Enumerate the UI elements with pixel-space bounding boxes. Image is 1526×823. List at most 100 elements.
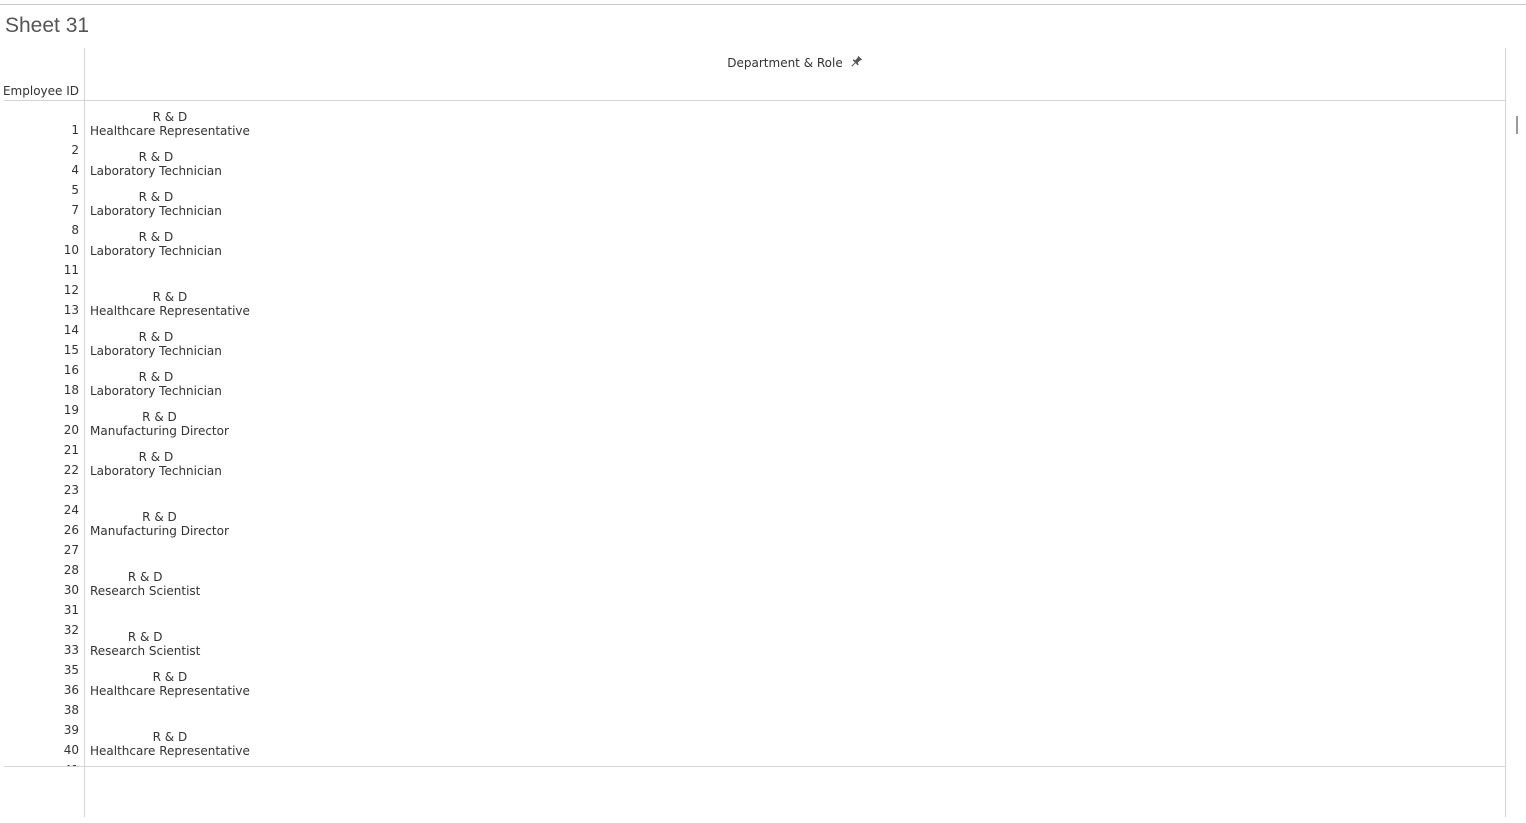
table-row[interactable]: 31 — [0, 600, 1505, 620]
table-row[interactable]: 36 R & D Healthcare Representative — [0, 670, 1505, 700]
table-row[interactable]: 10 R & D Laboratory Technician — [0, 230, 1505, 260]
employee-id[interactable]: 41 — [0, 763, 79, 766]
role-label: Healthcare Representative — [90, 684, 250, 698]
column-header-label[interactable]: Department & Role — [727, 56, 842, 70]
department-role-cell[interactable]: R & D Healthcare Representative — [90, 290, 250, 318]
department-role-cell[interactable]: R & D Manufacturing Director — [90, 410, 229, 438]
table-row[interactable]: 27 — [0, 540, 1505, 560]
department-role-cell[interactable]: R & D Healthcare Representative — [90, 670, 250, 698]
role-label: Laboratory Technician — [90, 204, 222, 218]
department-role-cell[interactable]: R & D Healthcare Representative — [90, 730, 250, 758]
employee-id[interactable]: 13 — [0, 303, 79, 317]
table-view[interactable]: 1R & D Healthcare Representative 2 4 R & D La… — [0, 101, 1505, 766]
table-row[interactable]: 5 — [0, 180, 1505, 200]
employee-id[interactable]: 4 — [0, 163, 79, 177]
department-label: R & D — [127, 630, 163, 644]
table-row[interactable]: 33 R & D Research Scientist — [0, 630, 1505, 660]
table-row[interactable]: 7 R & D Laboratory Technician — [0, 190, 1505, 220]
department-label: R & D — [138, 230, 174, 244]
employee-id[interactable]: 16 — [0, 363, 79, 377]
table-row[interactable]: 41 — [0, 760, 1505, 766]
employee-id[interactable]: 7 — [0, 203, 79, 217]
employee-id[interactable]: 8 — [0, 223, 79, 237]
employee-id[interactable]: 23 — [0, 483, 79, 497]
scrollbar-thumb[interactable] — [1516, 116, 1518, 134]
role-label: Healthcare Representative — [90, 304, 250, 318]
table-row[interactable]: 38 — [0, 700, 1505, 720]
employee-id[interactable]: 21 — [0, 443, 79, 457]
table-row[interactable]: 26 R & D Manufacturing Director — [0, 510, 1505, 540]
department-label: R & D — [142, 510, 177, 524]
employee-id[interactable]: 11 — [0, 263, 79, 277]
table-row[interactable]: 2 — [0, 140, 1505, 160]
role-label: Laboratory Technician — [90, 464, 222, 478]
employee-id[interactable]: 12 — [0, 283, 79, 297]
table-row[interactable]: 20 R & D Manufacturing Director — [0, 410, 1505, 440]
employee-id[interactable]: 35 — [0, 663, 79, 677]
employee-id[interactable]: 26 — [0, 523, 79, 537]
department-role-cell[interactable]: R & D Research Scientist — [90, 630, 200, 658]
department-label: R & D — [138, 370, 174, 384]
employee-id[interactable]: 14 — [0, 323, 79, 337]
employee-id[interactable]: 1 — [0, 123, 79, 137]
role-label: Laboratory Technician — [90, 244, 222, 258]
view-bottom-border — [4, 766, 1506, 767]
table-row[interactable]: 28 — [0, 560, 1505, 580]
table-row[interactable]: 40 R & D Healthcare Representative — [0, 730, 1505, 760]
department-label: R & D — [152, 730, 188, 744]
row-header-label[interactable]: Employee ID — [0, 84, 79, 98]
employee-id[interactable]: 2 — [0, 143, 79, 157]
table-row[interactable]: 15 R & D Laboratory Technician — [0, 330, 1505, 360]
department-role-cell[interactable]: R & D Laboratory Technician — [90, 230, 222, 258]
employee-id[interactable]: 39 — [0, 723, 79, 737]
employee-id[interactable]: 27 — [0, 543, 79, 557]
employee-id[interactable]: 30 — [0, 583, 79, 597]
role-label: Laboratory Technician — [90, 384, 222, 398]
employee-id[interactable]: 10 — [0, 243, 79, 257]
role-label: Manufacturing Director — [90, 524, 229, 538]
department-role-cell[interactable]: R & D Laboratory Technician — [90, 450, 222, 478]
table-row[interactable]: 23 — [0, 480, 1505, 500]
table-row[interactable]: 22 R & D Laboratory Technician — [0, 450, 1505, 480]
role-label: Research Scientist — [90, 644, 201, 658]
employee-id[interactable]: 31 — [0, 603, 79, 617]
table-row[interactable]: 13 R & D Healthcare Representative — [0, 290, 1505, 320]
department-role-cell[interactable]: R & D Healthcare Representative — [90, 110, 250, 138]
table-row[interactable]: 8 — [0, 220, 1505, 240]
column-header[interactable]: Department & Role — [85, 55, 1505, 70]
employee-id[interactable]: 28 — [0, 563, 79, 577]
table-row[interactable]: 30 R & D Research Scientist — [0, 570, 1505, 600]
department-role-cell[interactable]: R & D Research Scientist — [90, 570, 200, 598]
employee-id[interactable]: 20 — [0, 423, 79, 437]
table-row[interactable]: 14 — [0, 320, 1505, 340]
table-row[interactable]: 32 — [0, 620, 1505, 640]
employee-id[interactable]: 19 — [0, 403, 79, 417]
employee-id[interactable]: 22 — [0, 463, 79, 477]
department-label: R & D — [138, 150, 174, 164]
department-label: R & D — [127, 570, 163, 584]
vertical-scrollbar[interactable] — [1508, 101, 1525, 766]
table-row[interactable]: 1 R & D Healthcare Representative — [0, 110, 1505, 140]
department-role-cell[interactable]: R & D Laboratory Technician — [90, 370, 222, 398]
department-label: R & D — [138, 330, 174, 344]
employee-id[interactable]: 5 — [0, 183, 79, 197]
pin-icon[interactable] — [849, 55, 863, 69]
table-row[interactable]: 18 R & D Laboratory Technician — [0, 370, 1505, 400]
employee-id[interactable]: 40 — [0, 743, 79, 757]
employee-id[interactable]: 32 — [0, 623, 79, 637]
department-label: R & D — [138, 190, 174, 204]
employee-id[interactable]: 18 — [0, 383, 79, 397]
department-role-cell[interactable]: R & D Manufacturing Director — [90, 510, 229, 538]
table-row[interactable]: 16 — [0, 360, 1505, 380]
table-row[interactable]: 21 — [0, 440, 1505, 460]
employee-id[interactable]: 36 — [0, 683, 79, 697]
employee-id[interactable]: 24 — [0, 503, 79, 517]
table-row[interactable]: 11 — [0, 260, 1505, 280]
employee-id[interactable]: 33 — [0, 643, 79, 657]
department-role-cell[interactable]: R & D Laboratory Technician — [90, 330, 222, 358]
employee-id[interactable]: 38 — [0, 703, 79, 717]
employee-id[interactable]: 15 — [0, 343, 79, 357]
department-role-cell[interactable]: R & D Laboratory Technician — [90, 150, 222, 178]
table-row[interactable]: 4 R & D Laboratory Technician — [0, 150, 1505, 180]
department-role-cell[interactable]: R & D Laboratory Technician — [90, 190, 222, 218]
